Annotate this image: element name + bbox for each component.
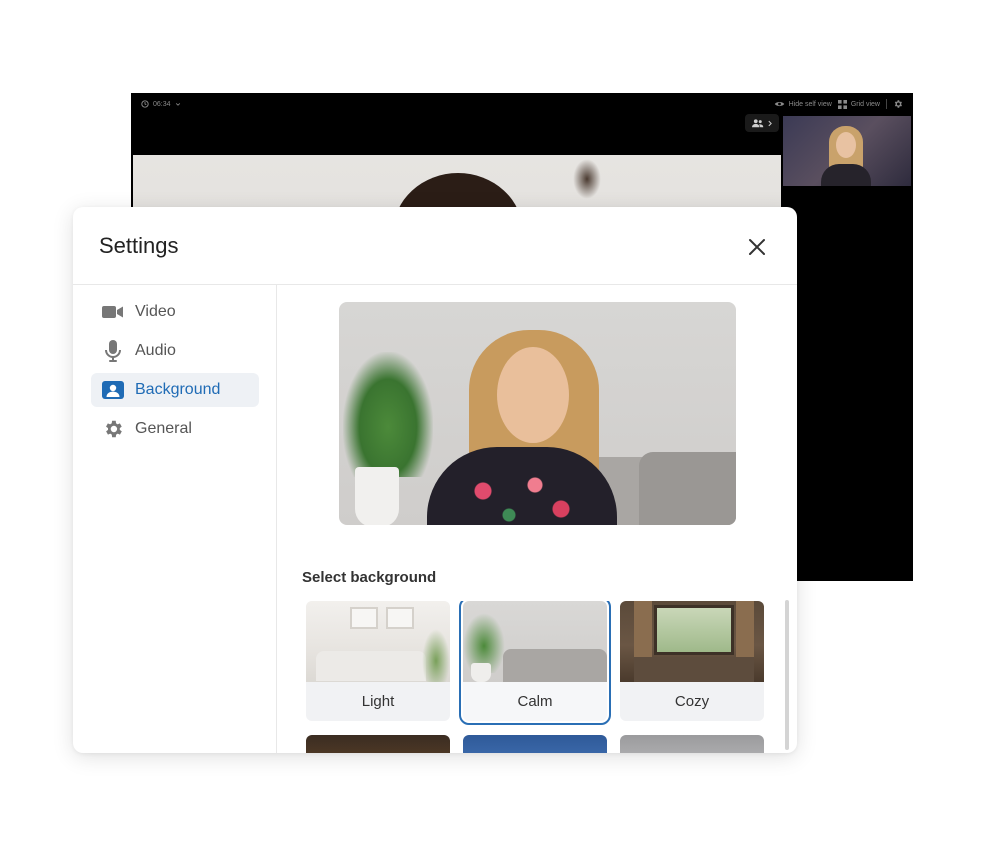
- background-option-label: Cozy: [674, 693, 710, 710]
- background-thumbnail: [620, 735, 764, 753]
- eye-icon: [774, 101, 784, 107]
- grid-icon: [837, 99, 847, 109]
- background-settings-content: Select background Light Calm Cozy: [278, 285, 797, 753]
- preview-plant: [343, 352, 433, 477]
- sidebar-item-background[interactable]: Background: [91, 373, 259, 407]
- background-thumbnail: [463, 735, 607, 753]
- hide-self-view-button[interactable]: Hide self view: [774, 100, 832, 108]
- people-icon: [751, 118, 763, 127]
- background-thumbnail: [620, 601, 764, 682]
- select-background-label: Select background: [302, 569, 437, 586]
- chevron-down-icon[interactable]: [175, 101, 181, 107]
- call-timer: 06:34: [141, 100, 181, 108]
- background-option-label: Calm: [517, 693, 553, 710]
- clock-icon: [141, 100, 149, 108]
- sidebar-item-video[interactable]: Video: [91, 295, 259, 329]
- preview-pot: [355, 467, 399, 525]
- background-option-label: Light: [361, 693, 395, 710]
- gear-icon[interactable]: [893, 99, 903, 109]
- background-portrait-icon: [101, 378, 125, 402]
- topbar-divider: [886, 99, 887, 109]
- self-view-thumbnail[interactable]: [783, 116, 911, 186]
- video-camera-icon: [101, 300, 125, 324]
- background-lamp: [573, 159, 601, 199]
- participants-button[interactable]: [745, 114, 779, 132]
- chevron-right-icon: [767, 120, 772, 126]
- sidebar-item-label: Video: [135, 303, 176, 320]
- settings-sidebar: Video Audio Background General: [73, 285, 277, 753]
- gear-icon: [101, 417, 125, 441]
- close-icon: [749, 239, 765, 255]
- background-option-sky[interactable]: [463, 735, 607, 753]
- background-thumbnail: [306, 601, 450, 682]
- settings-title: Settings: [99, 233, 179, 258]
- settings-header: Settings: [73, 207, 797, 285]
- background-thumbnail: [463, 601, 607, 682]
- sidebar-item-label: Background: [135, 381, 221, 398]
- settings-dialog: Settings Video Audio Background General …: [73, 207, 797, 753]
- microphone-icon: [101, 339, 125, 363]
- background-option-library[interactable]: [306, 735, 450, 753]
- background-list-scrollbar[interactable]: [785, 600, 789, 750]
- sidebar-item-general[interactable]: General: [91, 412, 259, 446]
- background-option-light[interactable]: Light: [306, 601, 450, 721]
- close-button[interactable]: [745, 235, 769, 259]
- sidebar-item-label: General: [135, 420, 192, 437]
- background-thumbnail: [306, 735, 450, 753]
- background-preview: [339, 302, 736, 525]
- call-topbar: 06:34 Hide self view Grid view: [131, 93, 913, 115]
- background-options-grid: Light Calm Cozy: [306, 601, 776, 753]
- background-option-cozy[interactable]: Cozy: [620, 601, 764, 721]
- background-option-calm[interactable]: Calm: [459, 601, 611, 725]
- sidebar-item-audio[interactable]: Audio: [91, 334, 259, 368]
- preview-person-face: [497, 347, 569, 443]
- sidebar-item-label: Audio: [135, 342, 176, 359]
- background-option-grey[interactable]: [620, 735, 764, 753]
- grid-view-button[interactable]: Grid view: [837, 99, 880, 109]
